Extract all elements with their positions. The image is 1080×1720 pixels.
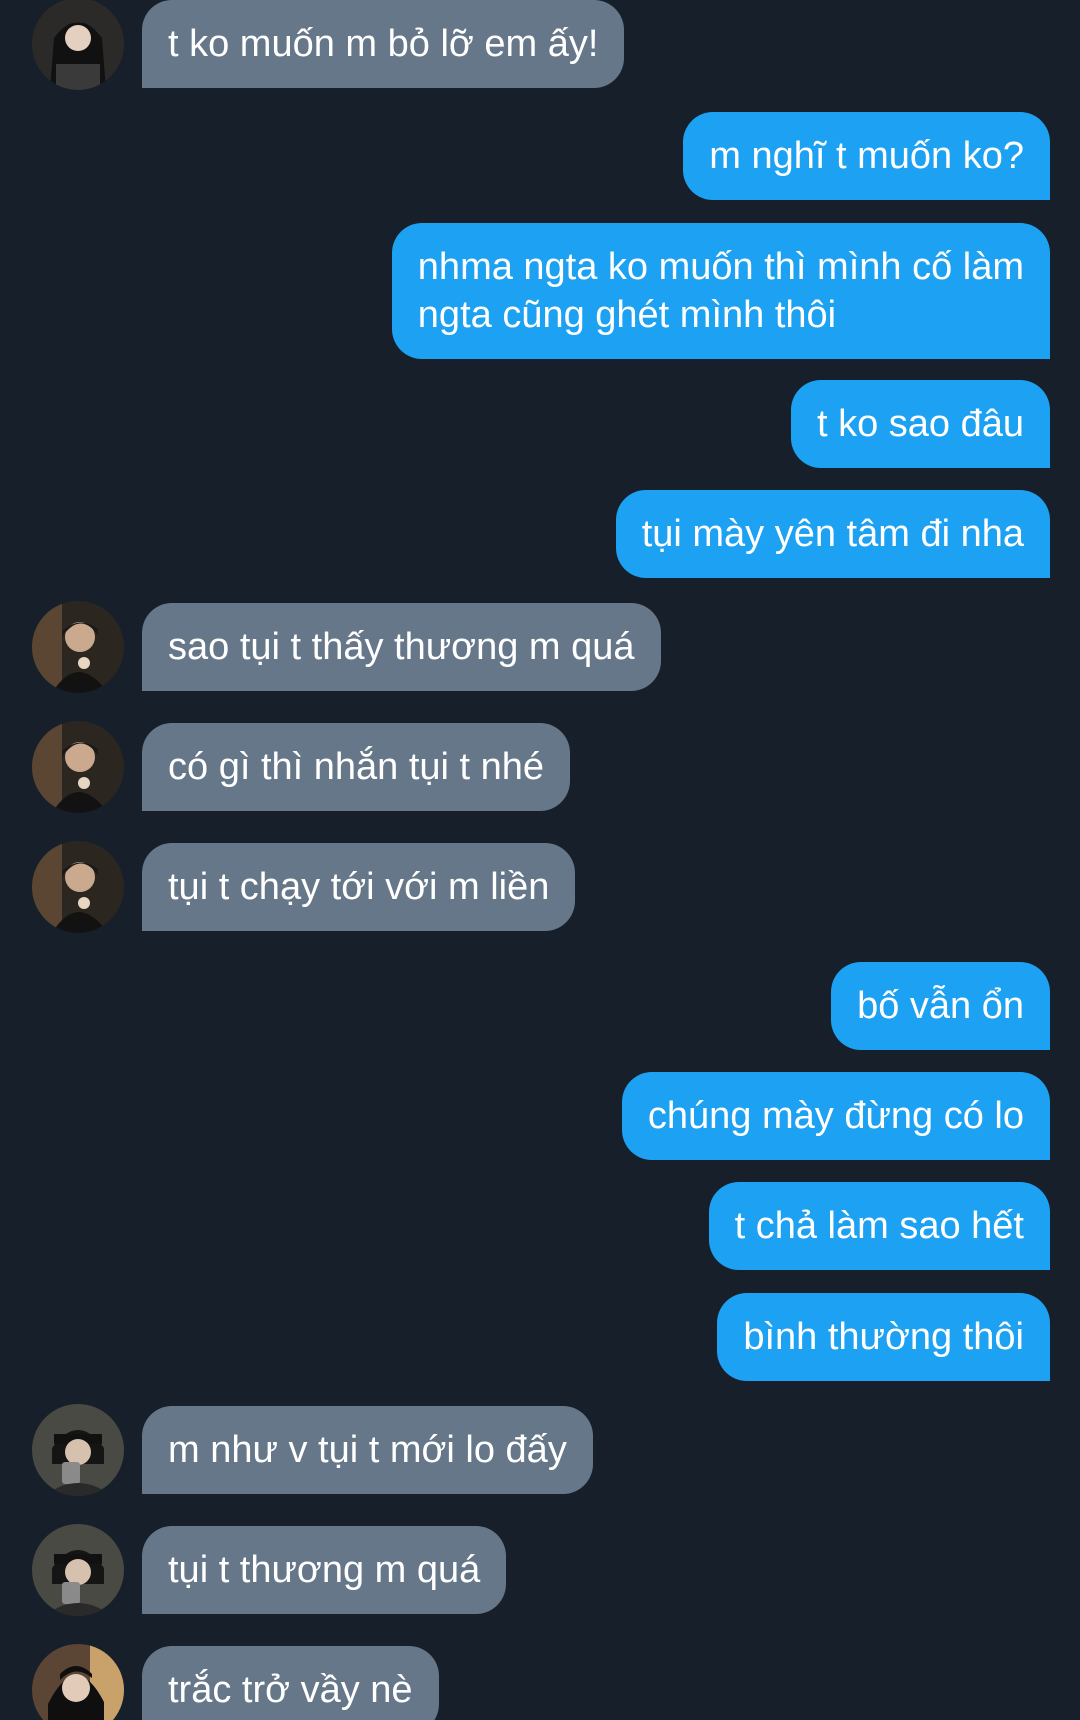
- message-incoming: t ko muốn m bỏ lỡ em ấy!: [32, 0, 625, 90]
- message-outgoing: nhma ngta ko muốn thì mình cố làm ngta c…: [391, 223, 1050, 359]
- message-bubble-outgoing[interactable]: t chả làm sao hết: [708, 1182, 1050, 1270]
- message-bubble-incoming[interactable]: có gì thì nhắn tụi t nhé: [142, 723, 571, 811]
- message-bubble-incoming[interactable]: m như v tụi t mới lo đấy: [142, 1406, 593, 1494]
- message-incoming: có gì thì nhắn tụi t nhé: [32, 721, 571, 813]
- message-incoming: m như v tụi t mới lo đấy: [32, 1404, 593, 1496]
- message-outgoing: t ko sao đâu: [790, 380, 1050, 468]
- chat-thread[interactable]: t ko muốn m bỏ lỡ em ấy! m nghĩ t muốn k…: [0, 0, 1080, 1720]
- message-bubble-incoming[interactable]: tụi t thương m quá: [142, 1526, 507, 1614]
- user-avatar-image: [32, 0, 124, 90]
- user-avatar-image: [32, 601, 124, 693]
- user-avatar-image: [32, 1644, 124, 1720]
- message-bubble-outgoing[interactable]: t ko sao đâu: [790, 380, 1050, 468]
- user-avatar-image: [32, 721, 124, 813]
- message-bubble-outgoing[interactable]: nhma ngta ko muốn thì mình cố làm ngta c…: [391, 223, 1050, 359]
- message-incoming: sao tụi t thấy thương m quá: [32, 601, 661, 693]
- message-bubble-outgoing[interactable]: tụi mày yên tâm đi nha: [615, 490, 1050, 578]
- user-avatar-image: [32, 1524, 124, 1616]
- message-outgoing: bố vẫn ổn: [831, 962, 1050, 1050]
- message-outgoing: t chả làm sao hết: [708, 1182, 1050, 1270]
- message-incoming: tụi t thương m quá: [32, 1524, 507, 1616]
- avatar[interactable]: [32, 721, 124, 813]
- avatar[interactable]: [32, 1404, 124, 1496]
- message-bubble-incoming[interactable]: t ko muốn m bỏ lỡ em ấy!: [142, 0, 625, 88]
- avatar[interactable]: [32, 841, 124, 933]
- avatar[interactable]: [32, 1524, 124, 1616]
- message-incoming: trắc trở vầy nè: [32, 1644, 439, 1720]
- message-outgoing: chúng mày đừng có lo: [621, 1072, 1050, 1160]
- message-bubble-outgoing[interactable]: bố vẫn ổn: [831, 962, 1050, 1050]
- message-bubble-incoming[interactable]: sao tụi t thấy thương m quá: [142, 603, 661, 691]
- user-avatar-image: [32, 841, 124, 933]
- message-outgoing: tụi mày yên tâm đi nha: [615, 490, 1050, 578]
- message-bubble-outgoing[interactable]: m nghĩ t muốn ko?: [683, 112, 1050, 200]
- avatar[interactable]: [32, 0, 124, 90]
- message-bubble-outgoing[interactable]: bình thường thôi: [717, 1293, 1050, 1381]
- user-avatar-image: [32, 1404, 124, 1496]
- message-bubble-incoming[interactable]: tụi t chạy tới với m liền: [142, 843, 576, 931]
- message-outgoing: m nghĩ t muốn ko?: [683, 112, 1050, 200]
- avatar[interactable]: [32, 601, 124, 693]
- message-outgoing: bình thường thôi: [717, 1293, 1050, 1381]
- message-incoming: tụi t chạy tới với m liền: [32, 841, 576, 933]
- message-bubble-outgoing[interactable]: chúng mày đừng có lo: [621, 1072, 1050, 1160]
- avatar[interactable]: [32, 1644, 124, 1720]
- message-bubble-incoming[interactable]: trắc trở vầy nè: [142, 1646, 439, 1720]
